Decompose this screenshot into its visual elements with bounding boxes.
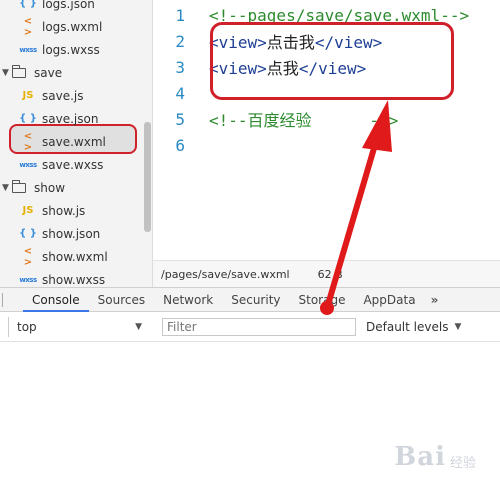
wxml-icon: < > bbox=[23, 245, 33, 268]
file-label: show.wxss bbox=[42, 272, 106, 287]
comment-text: <!--百度经验 --> bbox=[209, 111, 399, 130]
file-item-save-wxss[interactable]: wxss save.wxss bbox=[0, 153, 152, 176]
tab-network[interactable]: Network bbox=[154, 288, 222, 312]
line-number: 2 bbox=[175, 31, 185, 51]
json-icon: { } bbox=[19, 0, 37, 9]
file-label: save.wxss bbox=[42, 157, 104, 172]
folder-label: show bbox=[34, 180, 66, 195]
filter-input[interactable] bbox=[162, 318, 356, 336]
log-levels-dropdown[interactable]: Default levels ▼ bbox=[366, 320, 461, 334]
tab-appdata[interactable]: AppData bbox=[354, 288, 424, 312]
console-toolbar: top ▼ Default levels ▼ bbox=[0, 313, 500, 342]
file-label: logs.wxss bbox=[42, 42, 100, 57]
folder-icon bbox=[12, 179, 26, 193]
file-item-show-wxml[interactable]: < > show.wxml bbox=[0, 245, 152, 268]
js-icon: JS bbox=[22, 90, 34, 101]
chevron-down-icon: ▼ bbox=[454, 322, 462, 332]
js-icon: JS bbox=[22, 205, 34, 216]
file-item-logs-wxss[interactable]: wxss logs.wxss bbox=[0, 38, 152, 61]
chevron-down-icon[interactable]: ▼ bbox=[2, 68, 12, 78]
console-output[interactable] bbox=[0, 342, 500, 500]
file-item-show-json[interactable]: { } show.json bbox=[0, 222, 152, 245]
file-item-logs-wxml[interactable]: < > logs.wxml bbox=[0, 15, 152, 38]
json-icon: { } bbox=[19, 228, 37, 239]
file-path: /pages/save/save.wxml bbox=[161, 268, 290, 281]
devtools-tab-bar: Console Sources Network Security Storage… bbox=[0, 287, 500, 312]
more-tabs-icon[interactable]: » bbox=[425, 293, 445, 307]
json-icon: { } bbox=[19, 113, 37, 124]
folder-show[interactable]: ▼ show bbox=[0, 176, 152, 199]
wxss-icon: wxss bbox=[19, 45, 37, 54]
file-label: logs.json bbox=[42, 0, 95, 11]
file-label: show.json bbox=[42, 226, 101, 241]
line-number: 1 bbox=[175, 5, 185, 25]
wxml-icon: < > bbox=[23, 130, 33, 153]
file-label: save.js bbox=[42, 88, 84, 103]
tab-console[interactable]: Console bbox=[23, 288, 89, 312]
file-label: show.wxml bbox=[42, 249, 108, 264]
file-item-save-json[interactable]: { } save.json bbox=[0, 107, 152, 130]
file-item-show-js[interactable]: JS show.js bbox=[0, 199, 152, 222]
tab-storage[interactable]: Storage bbox=[290, 288, 355, 312]
line-number: 3 bbox=[175, 57, 185, 77]
file-item-show-wxss[interactable]: wxss show.wxss bbox=[0, 268, 152, 287]
tab-security[interactable]: Security bbox=[222, 288, 289, 312]
folder-icon bbox=[12, 64, 26, 78]
context-select[interactable]: top ▼ bbox=[8, 317, 148, 337]
watermark-sub: 经验 bbox=[449, 455, 476, 471]
file-tree: { } logs.json < > logs.wxml wxss logs.wxss ▼ sa… bbox=[0, 0, 153, 287]
chevron-down-icon[interactable]: ▼ bbox=[2, 183, 12, 193]
file-item-save-wxml[interactable]: < > save.wxml bbox=[0, 130, 152, 153]
line-number: 5 bbox=[175, 109, 185, 129]
file-label: logs.wxml bbox=[42, 19, 103, 34]
line-number: 4 bbox=[175, 83, 185, 103]
dock-icon[interactable] bbox=[2, 292, 17, 307]
code-line[interactable]: 4 bbox=[153, 80, 209, 106]
log-levels-label: Default levels bbox=[366, 320, 449, 334]
baidu-watermark: Bai 经验 bbox=[394, 442, 476, 472]
code-line[interactable]: 5 <!--百度经验 --> bbox=[153, 106, 398, 132]
file-label: show.js bbox=[42, 203, 86, 218]
file-label: save.wxml bbox=[42, 134, 106, 149]
chevron-down-icon: ▼ bbox=[135, 322, 142, 332]
wxss-icon: wxss bbox=[19, 160, 37, 169]
code-highlight-box bbox=[210, 22, 454, 100]
file-label: save.json bbox=[42, 111, 99, 126]
code-line[interactable]: 6 bbox=[153, 132, 209, 158]
folder-save[interactable]: ▼ save bbox=[0, 61, 152, 84]
folder-label: save bbox=[34, 65, 63, 80]
context-value: top bbox=[17, 320, 37, 334]
wxml-icon: < > bbox=[23, 15, 33, 38]
editor-status-bar: /pages/save/save.wxml 62 B bbox=[153, 260, 500, 288]
watermark-brand: Bai bbox=[394, 442, 446, 472]
line-number: 6 bbox=[175, 135, 185, 155]
tab-sources[interactable]: Sources bbox=[89, 288, 154, 312]
file-item-logs-json[interactable]: { } logs.json bbox=[0, 0, 152, 15]
wxss-icon: wxss bbox=[19, 275, 37, 284]
file-item-save-js[interactable]: JS save.js bbox=[0, 84, 152, 107]
file-tree-scrollbar[interactable] bbox=[144, 122, 151, 232]
file-size: 62 B bbox=[317, 268, 343, 281]
